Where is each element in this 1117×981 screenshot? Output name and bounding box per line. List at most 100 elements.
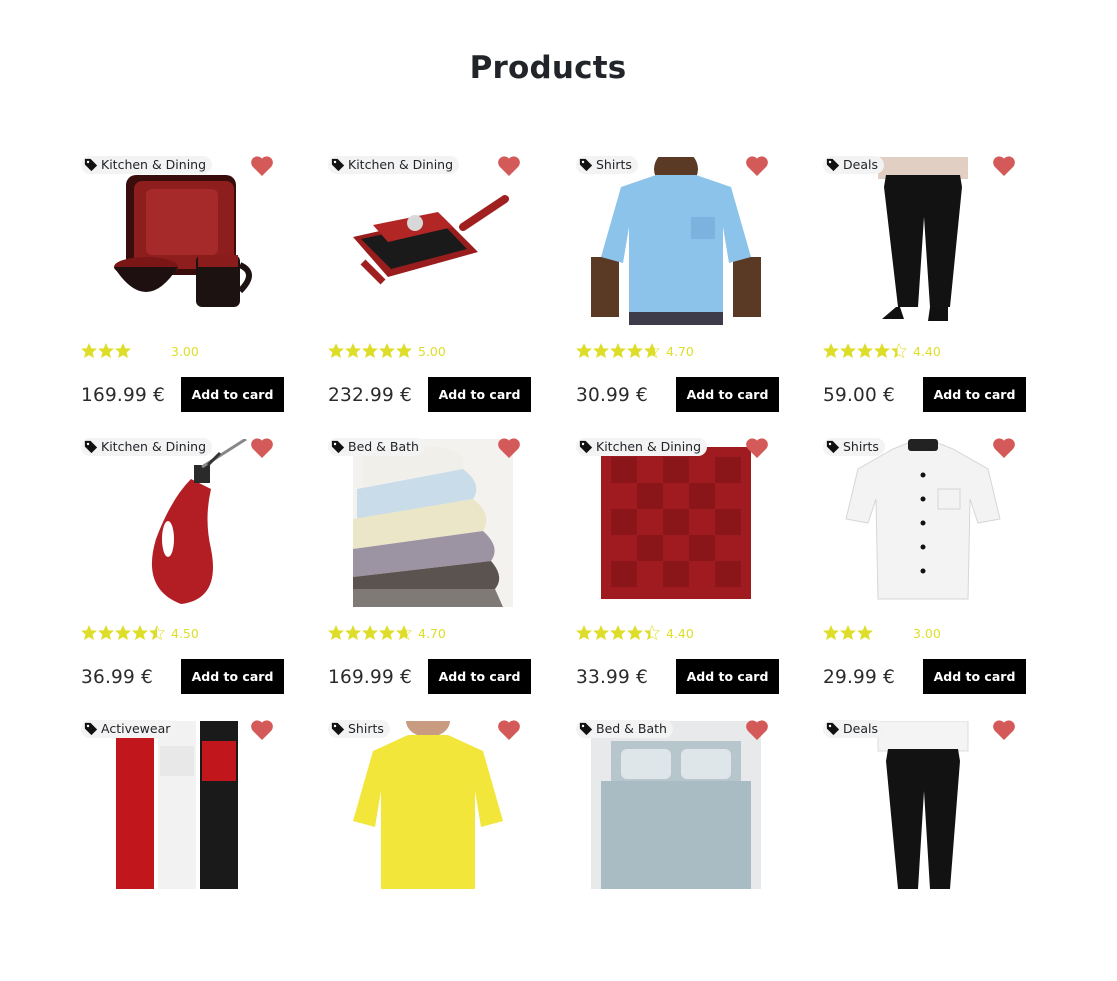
product-image[interactable] — [343, 721, 513, 889]
heart-icon[interactable] — [250, 437, 274, 459]
star-icon — [81, 343, 97, 359]
category-label: Activewear — [101, 721, 171, 736]
star-icon — [396, 343, 412, 359]
star-icon — [115, 625, 131, 641]
star-rating: 4.40 — [823, 343, 941, 359]
star-icon — [345, 343, 361, 359]
rating-value: 3.00 — [171, 343, 199, 359]
tag-icon — [826, 440, 840, 454]
heart-icon[interactable] — [745, 719, 769, 741]
rating-value: 4.40 — [666, 625, 694, 641]
category-badge: Shirts — [823, 438, 885, 456]
add-to-cart-button[interactable]: Add to card — [923, 377, 1026, 412]
category-badge: Deals — [823, 720, 884, 738]
product-card: Kitchen & Dining 4.40 33.99 € Add to card — [576, 437, 779, 699]
product-card: Activewear — [81, 719, 284, 981]
product-image[interactable] — [96, 157, 266, 325]
add-to-cart-button[interactable]: Add to card — [923, 659, 1026, 694]
rating-value: 4.70 — [418, 625, 446, 641]
heart-icon[interactable] — [992, 437, 1016, 459]
star-icon — [132, 625, 148, 641]
star-icon — [627, 343, 643, 359]
category-label: Deals — [843, 721, 878, 736]
tag-icon — [579, 722, 593, 736]
product-image[interactable] — [838, 439, 1008, 607]
product-price: 36.99 € — [81, 667, 154, 688]
product-image[interactable] — [591, 439, 761, 607]
category-label: Bed & Bath — [596, 721, 667, 736]
product-price: 33.99 € — [576, 667, 649, 688]
heart-icon[interactable] — [992, 719, 1016, 741]
category-label: Kitchen & Dining — [596, 439, 702, 454]
add-to-cart-button[interactable]: Add to card — [428, 659, 531, 694]
star-icon — [644, 625, 660, 641]
star-rating: 5.00 — [328, 343, 446, 359]
heart-icon[interactable] — [992, 155, 1016, 177]
star-icon — [345, 625, 361, 641]
star-icon — [81, 625, 97, 641]
product-image[interactable] — [591, 721, 761, 889]
tag-icon — [826, 158, 840, 172]
star-icon — [891, 625, 907, 641]
page-title: Products — [469, 50, 627, 86]
heart-icon[interactable] — [745, 437, 769, 459]
category-label: Kitchen & Dining — [101, 157, 207, 172]
category-badge: Kitchen & Dining — [576, 438, 708, 456]
star-icon — [823, 625, 839, 641]
tag-icon — [331, 158, 345, 172]
product-image[interactable] — [343, 439, 513, 607]
category-badge: Kitchen & Dining — [328, 156, 460, 174]
heart-icon[interactable] — [497, 437, 521, 459]
add-to-cart-button[interactable]: Add to card — [181, 377, 284, 412]
product-card: Kitchen & Dining 3.00 169.99 € Add to card — [81, 155, 284, 417]
category-badge: Kitchen & Dining — [81, 438, 213, 456]
product-image[interactable] — [838, 721, 1008, 889]
star-rating: 3.00 — [81, 343, 199, 359]
product-card: Kitchen & Dining 4.50 36.99 € Add to card — [81, 437, 284, 699]
star-icon — [823, 343, 839, 359]
heart-icon[interactable] — [745, 155, 769, 177]
star-icon — [396, 625, 412, 641]
star-icon — [840, 625, 856, 641]
star-icon — [610, 343, 626, 359]
star-rating: 4.50 — [81, 625, 199, 641]
star-icon — [891, 343, 907, 359]
product-image[interactable] — [96, 439, 266, 607]
heart-icon[interactable] — [497, 719, 521, 741]
heart-icon[interactable] — [497, 155, 521, 177]
category-label: Bed & Bath — [348, 439, 419, 454]
tag-icon — [331, 722, 345, 736]
category-badge: Shirts — [328, 720, 390, 738]
category-label: Shirts — [596, 157, 632, 172]
add-to-cart-button[interactable]: Add to card — [181, 659, 284, 694]
star-icon — [857, 343, 873, 359]
star-icon — [328, 343, 344, 359]
product-image[interactable] — [591, 157, 761, 325]
category-badge: Kitchen & Dining — [81, 156, 213, 174]
add-to-cart-button[interactable]: Add to card — [676, 377, 779, 412]
heart-icon[interactable] — [250, 155, 274, 177]
product-image[interactable] — [343, 157, 513, 325]
rating-value: 3.00 — [913, 625, 941, 641]
add-to-cart-button[interactable]: Add to card — [428, 377, 531, 412]
star-icon — [362, 625, 378, 641]
product-card: Bed & Bath 4.70 169.99 € Add to card — [328, 437, 531, 699]
star-icon — [149, 625, 165, 641]
add-to-cart-button[interactable]: Add to card — [676, 659, 779, 694]
rating-value: 4.70 — [666, 343, 694, 359]
product-image[interactable] — [838, 157, 1008, 325]
product-card: Deals 4.40 59.00 € Add to card — [823, 155, 1026, 417]
product-price: 59.00 € — [823, 385, 896, 406]
product-card: Shirts — [328, 719, 531, 981]
category-badge: Bed & Bath — [328, 438, 425, 456]
heart-icon[interactable] — [250, 719, 274, 741]
star-icon — [840, 343, 856, 359]
product-card: Kitchen & Dining 5.00 232.99 € Add to card — [328, 155, 531, 417]
rating-value: 4.50 — [171, 625, 199, 641]
category-label: Shirts — [348, 721, 384, 736]
star-icon — [593, 343, 609, 359]
star-icon — [379, 625, 395, 641]
product-image[interactable] — [96, 721, 266, 889]
star-icon — [627, 625, 643, 641]
category-badge: Deals — [823, 156, 884, 174]
